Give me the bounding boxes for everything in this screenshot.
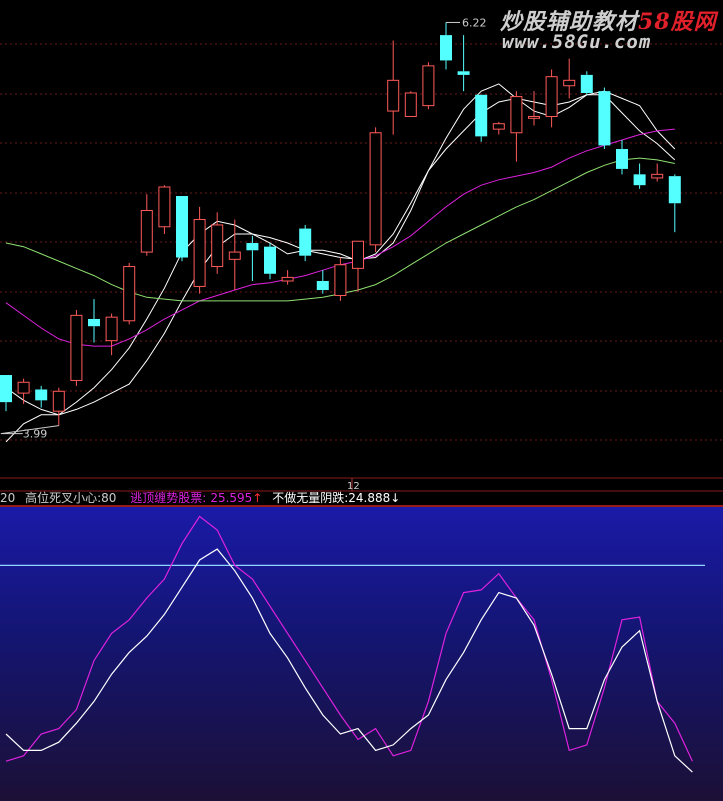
candle <box>422 62 435 110</box>
watermark-url: www.58Gu.com <box>502 31 652 53</box>
candle <box>369 127 382 253</box>
candle <box>440 22 452 70</box>
candle <box>158 185 171 234</box>
candle <box>246 235 259 282</box>
candle <box>580 71 593 95</box>
low-label: 3.99 <box>23 428 48 441</box>
candle <box>492 121 505 135</box>
candle <box>88 299 100 343</box>
price-grid <box>0 43 723 507</box>
ma-line-2 <box>5 83 676 416</box>
indicator-header: 20 高位死叉小心:80 逃顶缠势股票: 25.595↑ 不做无量阴跌:24.88… <box>0 490 723 506</box>
indicator-item3-label: 不做无量阴跌: <box>272 491 349 505</box>
candle <box>17 378 30 404</box>
candle <box>193 206 206 294</box>
candle <box>475 94 488 142</box>
indicator-item2-label: 逃顶缠势股票: <box>130 491 207 505</box>
indicator-prefix: 20 <box>0 491 16 505</box>
candle <box>35 385 48 408</box>
indicator-item3-value: 24.888 <box>348 491 391 505</box>
ma-line-3 <box>5 128 675 347</box>
candle <box>105 313 118 356</box>
price-labels: 6.223.9912 <box>0 16 487 492</box>
candle <box>52 387 65 426</box>
candle <box>510 91 523 162</box>
candle <box>598 87 611 150</box>
candle <box>176 196 188 262</box>
candle <box>281 270 294 285</box>
candle <box>264 243 276 280</box>
candle <box>616 139 628 175</box>
indicator-item2-value: 25.595 <box>210 491 253 505</box>
indicator-item1: 高位死叉小心:80 <box>25 491 117 505</box>
candle <box>70 309 83 386</box>
candle <box>123 262 136 325</box>
candle <box>651 163 664 182</box>
candle <box>404 91 417 117</box>
candle <box>545 69 558 128</box>
arrow-down-icon: ↓ <box>390 491 401 505</box>
arrow-up-icon: ↑ <box>252 491 263 505</box>
candle <box>352 240 364 292</box>
stock-chart: 6.223.9912 <box>0 16 723 801</box>
high-label: 6.22 <box>462 16 487 29</box>
candle <box>563 58 576 99</box>
candles <box>0 22 681 426</box>
candle <box>316 270 329 294</box>
candle <box>0 375 12 412</box>
candle <box>668 174 681 233</box>
candle <box>228 219 241 291</box>
candle <box>299 224 312 262</box>
candle <box>387 40 400 135</box>
candle <box>457 35 470 92</box>
candle <box>211 212 224 274</box>
candle <box>140 194 153 256</box>
indicator-panel-bg <box>0 507 723 801</box>
candle <box>633 163 646 189</box>
